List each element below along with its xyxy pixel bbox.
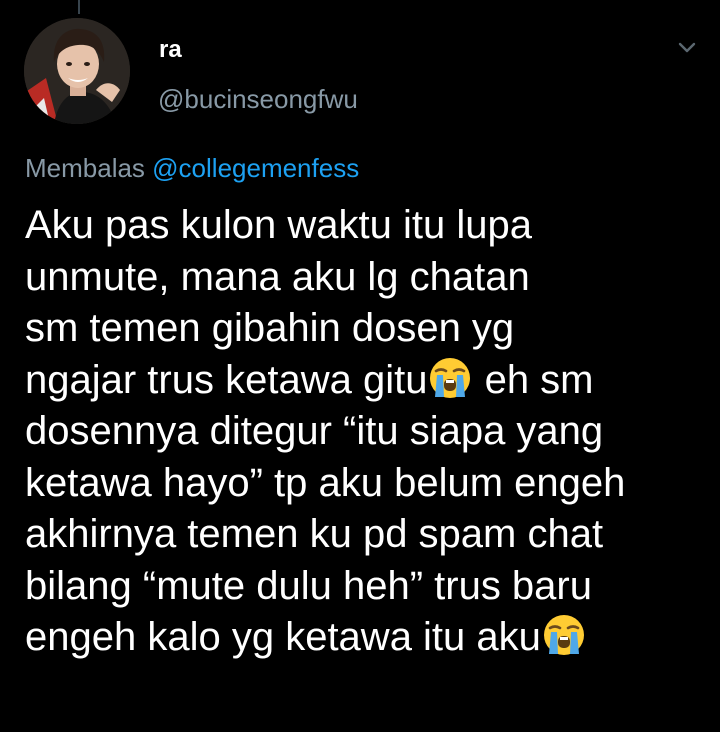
tweet-line-text: eh sm — [473, 357, 594, 402]
reply-context: Membalas @collegemenfess — [25, 152, 359, 184]
tweet-text: Aku pas kulon waktu itu lupa unmute, man… — [25, 200, 705, 664]
tweet-line: ngajar trus ketawa gitu eh sm — [25, 355, 705, 407]
tweet-line: akhirnya temen ku pd spam chat — [25, 509, 705, 561]
reply-prefix: Membalas — [25, 153, 153, 183]
author-handle[interactable]: @bucinseongfwu — [158, 84, 358, 114]
tweet-line-text: dosennya ditegur “itu siapa yang — [25, 409, 604, 453]
tweet-line-text: sm temen gibahin dosen yg — [25, 306, 515, 350]
tweet-line-text: bilang “mute dulu heh” trus baru — [25, 563, 592, 608]
thread-connector-line — [78, 0, 80, 14]
tweet-line: dosennya ditegur “itu siapa yang — [25, 406, 705, 458]
tweet-line: unmute, mana aku lg chatan — [25, 252, 705, 304]
avatar[interactable] — [24, 18, 130, 124]
reply-mention-link[interactable]: @collegemenfess — [152, 153, 359, 183]
tweet-line-text: ketawa hayo” tp aku belum engeh — [25, 460, 626, 505]
tweet-line: sm temen gibahin dosen yg — [25, 303, 705, 355]
tweet-line-text: akhirnya temen ku pd spam chat — [25, 512, 604, 556]
tweet-line-text: unmute, mana aku lg chatan — [25, 254, 530, 299]
tweet-line-text: ngajar trus ketawa gitu — [25, 357, 428, 402]
tweet-line: ketawa hayo” tp aku belum engeh — [25, 458, 705, 510]
tweet-line: Aku pas kulon waktu itu lupa — [25, 200, 705, 252]
chevron-down-icon[interactable] — [672, 36, 702, 60]
loudly-crying-face-icon — [541, 612, 587, 658]
tweet-line: bilang “mute dulu heh” trus baru — [25, 561, 705, 613]
author-display-name[interactable]: ra — [159, 36, 182, 64]
tweet-line: engeh kalo yg ketawa itu aku — [25, 612, 705, 664]
tweet-line-text: engeh kalo yg ketawa itu aku — [25, 615, 541, 659]
loudly-crying-face-icon — [427, 355, 473, 401]
tweet-line-text: Aku pas kulon waktu itu lupa — [25, 203, 532, 247]
avatar-photo — [24, 18, 130, 124]
